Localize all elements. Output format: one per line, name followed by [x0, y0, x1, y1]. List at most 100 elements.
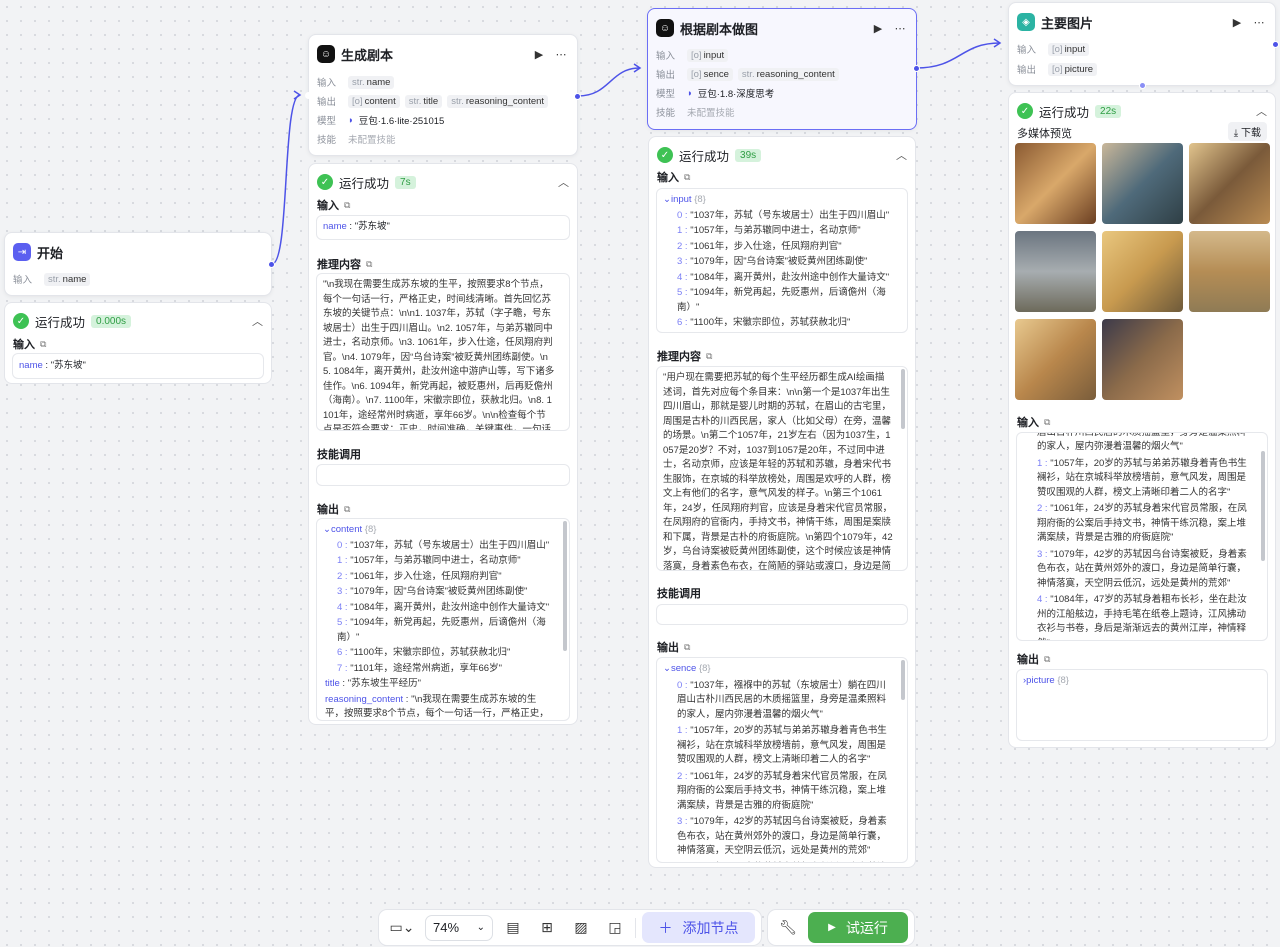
list-item: 0 : "1037年，襁褓中的苏轼（东坡居士）躺在四川眉山古朴川西民居的木质摇篮…	[1023, 433, 1253, 455]
item-index: 4 :	[1037, 594, 1051, 605]
item-value: "1094年，新党再起，先贬惠州，后谪儋州（海南）"	[677, 287, 886, 313]
item-index: 7 :	[337, 662, 351, 674]
expand-toggle[interactable]: ⌄content	[323, 524, 362, 535]
more-icon[interactable]: ⋯	[553, 48, 569, 61]
image-thumbnail[interactable]	[1015, 231, 1096, 312]
item-value: "1061年，步入仕途，任凤翔府判官"	[690, 240, 842, 252]
item-value: "1061年，步入仕途，任凤翔府判官"	[350, 570, 502, 582]
list-item: 2 : "1061年，步入仕途，任凤翔府判官"	[663, 240, 893, 255]
list-item: 5 : "1094年，新党再起，先贬惠州，后谪儋州（海南）"	[323, 616, 555, 645]
type-prefix: str.	[408, 95, 422, 107]
item-index: 2 :	[677, 770, 691, 782]
run-icon[interactable]: ▶	[1229, 16, 1245, 29]
scrollbar[interactable]	[901, 660, 905, 700]
chevron-up-icon[interactable]: ︿	[896, 147, 907, 163]
start-icon: ⇥	[13, 243, 31, 261]
item-value: "1037年，襁褓中的苏轼（东坡居士）躺在四川眉山古朴川西民居的木质摇篮里，身旁…	[1037, 433, 1246, 452]
run-icon[interactable]: ▶	[870, 22, 886, 35]
wrench-icon[interactable]: 🔧︎	[774, 915, 802, 941]
list-item: 0 : "1037年，襁褓中的苏轼（东坡居士）躺在四川眉山古朴川西民居的木质摇篮…	[663, 679, 893, 723]
copy-icon[interactable]: ⧉	[344, 504, 350, 515]
item-index: 2 :	[1037, 503, 1051, 514]
bottom-port[interactable]	[1139, 82, 1146, 89]
list-item: 1 : "1057年，20岁的苏轼与弟弟苏辙身着青色书生襕衫，站在京城科举放榜墙…	[663, 724, 893, 768]
item-value: "1079年，因"乌台诗案"被贬黄州团练副使"	[690, 256, 868, 267]
copy-icon[interactable]: ⧉	[1044, 417, 1050, 428]
main-image-node[interactable]: ◈ 主要图片 ▶ ⋯ 输入 [o] input 输出 [o] picture	[1008, 2, 1279, 89]
copy-icon[interactable]: ⧉	[366, 259, 372, 270]
image-thumbnail[interactable]	[1015, 143, 1096, 224]
image-thumbnail[interactable]	[1102, 231, 1183, 312]
list-item: 1 : "1057年，20岁的苏轼与弟弟苏辙身着青色书生襕衫，站在京城科举放榜墙…	[1023, 457, 1253, 501]
image-result-panel: ✓ 运行成功 39s ︿ 输入 ⧉ ⌄input {8} 0 : "1037年，苏轼（号…	[648, 136, 916, 868]
image-thumbnail[interactable]	[1102, 319, 1183, 400]
output-box[interactable]: ⌄sence {8} 0 : "1037年，襁褓中的苏轼（东坡居士）躺在四川眉山…	[656, 657, 908, 863]
test-run-button[interactable]: ▶ 试运行	[808, 912, 908, 943]
list-item: 2 : "1061年，24岁的苏轼身着宋代官员常服，在凤翔府衙的公案后手持文书，…	[663, 770, 893, 814]
copy-icon[interactable]: ⧉	[40, 339, 46, 350]
chevron-up-icon[interactable]: ︿	[252, 313, 263, 329]
canvas-toolbar: ▭⌄ 74% ⌄ ▤ ⊞ ▨ ◲ ＋添加节点	[378, 909, 762, 946]
item-index: 1 :	[337, 555, 351, 566]
output-tag: str. reasoning_content	[737, 67, 839, 81]
input-box: 0 : "1037年，襁褓中的苏轼（东坡居士）躺在四川眉山古朴川西民居的木质摇篮…	[1016, 432, 1268, 641]
item-value: "1061年，24岁的苏轼身着宋代官员常服，在凤翔府衙的公案后手持文书，神情干练…	[677, 770, 887, 811]
output-name: content	[364, 95, 396, 107]
item-index: 1 :	[1037, 457, 1051, 469]
item-index: 4 :	[337, 601, 351, 613]
item-index: 0 :	[677, 209, 691, 221]
chevron-up-icon[interactable]: ︿	[1256, 103, 1267, 119]
copy-icon[interactable]: ⧉	[684, 642, 690, 653]
output-port[interactable]	[574, 93, 581, 100]
play-icon: ▶	[828, 922, 836, 933]
image-thumbnail[interactable]	[1189, 231, 1270, 312]
scrollbar[interactable]	[563, 521, 567, 651]
item-value: "1037年，襁褓中的苏轼（东坡居士）躺在四川眉山古朴川西民居的木质摇篮里，身旁…	[677, 679, 887, 720]
image-icon[interactable]: ▨	[567, 915, 595, 941]
output-name: title	[423, 95, 439, 107]
item-value: "1037年，苏轼（号东坡居士）出生于四川眉山"	[690, 209, 890, 221]
list-item: 4 : "1084年，离开黄州，赴汝州途中创作大量诗文"	[323, 601, 555, 616]
output-box[interactable]: ⌄content {8} 0 : "1037年，苏轼（号东坡居士）出生于四川眉山…	[316, 518, 570, 721]
run-icon[interactable]: ▶	[531, 48, 547, 61]
llm-icon: ☺	[317, 45, 335, 63]
param-tag: str. name	[44, 272, 91, 286]
main-image-result-panel: ✓运行成功22s︿ 多媒体预览 ⤓ 下载 输入⧉ 0 : "1037年，襁褓中的…	[1008, 92, 1276, 748]
output-box[interactable]: ›picture {8}	[1016, 669, 1268, 741]
output-port[interactable]	[913, 65, 920, 72]
list-item: 5 : "1094年，新党再起，先贬惠州，后谪儋州（海南）"	[663, 286, 893, 315]
list-item: 2 : "1061年，24岁的苏轼身着宋代官员常服，在凤翔府衙的公案后手持文书，…	[1023, 502, 1253, 546]
image-thumbnail[interactable]	[1015, 319, 1096, 400]
comment-icon[interactable]: ▤	[499, 915, 527, 941]
grid-layout-icon[interactable]: ⊞	[533, 915, 561, 941]
copy-icon[interactable]: ⧉	[684, 172, 690, 183]
start-node[interactable]: ⇥ 开始 输入 str. name	[4, 232, 275, 296]
input-box: ⌄input {8} 0 : "1037年，苏轼（号东坡居士）出生于四川眉山" 1…	[656, 188, 908, 333]
add-node-button[interactable]: ＋添加节点	[642, 912, 755, 943]
copy-icon[interactable]: ⧉	[706, 351, 712, 362]
layout-mode-button[interactable]: ▭⌄	[385, 915, 419, 941]
minimap-icon[interactable]: ◲	[601, 915, 629, 941]
list-item: 4 : "1084年，离开黄州，赴汝州途中创作大量诗文"	[663, 271, 893, 286]
zoom-select[interactable]: 74% ⌄	[425, 914, 493, 941]
item-value: "1101年，途经常州病逝，享年66岁"	[350, 662, 502, 674]
more-icon[interactable]: ⋯	[1251, 16, 1267, 29]
download-button[interactable]: ⤓ 下载	[1227, 122, 1267, 141]
copy-icon[interactable]: ⧉	[1044, 654, 1050, 665]
image-gen-node[interactable]: ☺ 根据剧本做图 ▶ ⋯ 输入 [o] input 输出 [o] sence str. reaso…	[647, 8, 920, 130]
output-port[interactable]	[1272, 41, 1279, 48]
copy-icon[interactable]: ⧉	[344, 200, 350, 211]
chevron-up-icon[interactable]: ︿	[558, 174, 569, 190]
item-index: 3 :	[677, 816, 691, 827]
output-port[interactable]	[268, 261, 275, 268]
list-item: 7 : "1101年，途经常州病逝，享年66岁"	[323, 662, 555, 677]
run-toolbar: 🔧︎ ▶ 试运行	[767, 909, 915, 946]
image-thumbnail[interactable]	[1189, 143, 1270, 224]
script-node[interactable]: ☺ 生成剧本 ▶ ⋯ 输入 str. name 输出 [o] content str. title…	[305, 34, 581, 156]
edge-image-to-main	[915, 42, 1001, 69]
more-icon[interactable]: ⋯	[892, 22, 908, 35]
list-item: 6 : "1100年，宋徽宗即位，苏轼获赦北归"	[663, 316, 893, 331]
check-icon: ✓	[1017, 103, 1033, 119]
skill-box	[656, 604, 908, 625]
image-thumbnail[interactable]	[1102, 143, 1183, 224]
